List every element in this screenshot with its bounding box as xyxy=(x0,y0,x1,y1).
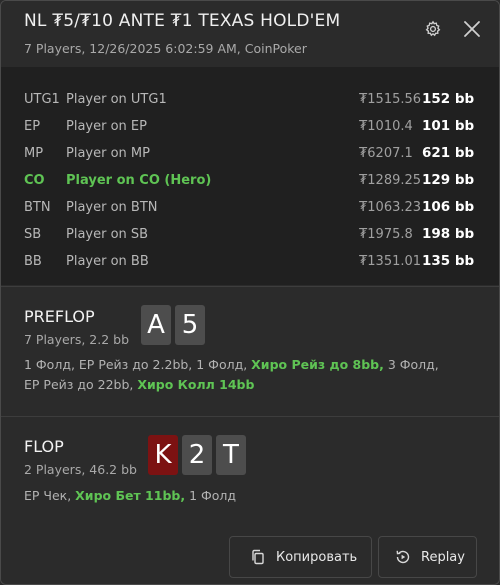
player-stack-bb: 152 bb xyxy=(422,91,475,107)
player-stack: ₮1063.23 xyxy=(359,200,422,215)
street-actions: EP Чек, Хиро Бет 11bb, 1 Фолд xyxy=(24,486,444,506)
player-stack: ₮1010.4 xyxy=(359,119,413,134)
player-row-utg1: UTG1 Player on UTG1 ₮1515.56 152 bb xyxy=(1,90,499,110)
player-name: Player on SB xyxy=(66,227,149,242)
player-row-ep: EP Player on EP ₮1010.4 101 bb xyxy=(1,117,499,137)
board-card: T xyxy=(216,435,246,475)
player-position: EP xyxy=(24,119,41,134)
street-actions: 1 Фолд, EP Рейз до 2.2bb, 1 Фолд, Хиро Р… xyxy=(24,355,444,395)
player-position: CO xyxy=(24,173,45,188)
player-row-mp: MP Player on MP ₮6207.1 621 bb xyxy=(1,144,499,164)
player-stack: ₮6207.1 xyxy=(359,146,413,161)
hero-action-text: Хиро Колл 14bb xyxy=(137,377,255,392)
action-text: 1 Фолд, EP Рейз до 2.2bb, 1 Фолд, xyxy=(24,357,252,372)
close-icon[interactable] xyxy=(460,17,484,41)
hand-history-window: NL ₮5/₮10 ANTE ₮1 TEXAS HOLD'EM 7 Player… xyxy=(0,0,500,585)
player-stack-bb: 129 bb xyxy=(422,172,475,188)
street-subtitle: 7 Players, 2.2 bb xyxy=(24,332,130,347)
copy-icon xyxy=(250,549,266,565)
player-stack: ₮1975.8 xyxy=(359,227,413,242)
street-title: FLOP xyxy=(24,437,64,456)
replay-button-label: Replay xyxy=(421,549,465,565)
action-text: 1 Фолд xyxy=(185,488,237,503)
hero-action-text: Хиро Рейз до 8bb, xyxy=(251,357,384,372)
player-row-co-hero: CO Player on CO (Hero) ₮1289.25 129 bb xyxy=(1,171,499,191)
player-stack-bb: 135 bb xyxy=(422,253,475,269)
player-stack-bb: 621 bb xyxy=(422,145,475,161)
player-name: Player on CO (Hero) xyxy=(66,173,212,188)
player-position: BB xyxy=(24,254,42,269)
preflop-section: PREFLOP 7 Players, 2.2 bb A 5 1 Фолд, EP… xyxy=(1,286,499,417)
player-position: BTN xyxy=(24,200,51,215)
header: NL ₮5/₮10 ANTE ₮1 TEXAS HOLD'EM 7 Player… xyxy=(1,1,499,67)
hole-card: A xyxy=(141,305,171,345)
hole-card: 5 xyxy=(175,305,205,345)
player-row-sb: SB Player on SB ₮1975.8 198 bb xyxy=(1,225,499,245)
copy-button-label: Копировать xyxy=(276,549,358,565)
player-name: Player on MP xyxy=(66,146,150,161)
player-name: Player on UTG1 xyxy=(66,92,167,107)
replay-button[interactable]: Replay xyxy=(378,536,477,578)
player-stack-bb: 101 bb xyxy=(422,118,475,134)
player-name: Player on EP xyxy=(66,119,147,134)
hand-subtitle: 7 Players, 12/26/2025 6:02:59 AM, CoinPo… xyxy=(24,41,307,56)
gear-icon[interactable] xyxy=(421,17,445,41)
player-row-bb: BB Player on BB ₮1351.01 135 bb xyxy=(1,252,499,272)
replay-icon xyxy=(395,549,411,565)
board-card: K xyxy=(148,435,178,475)
hero-action-text: Хиро Бет 11bb, xyxy=(75,488,186,503)
street-title: PREFLOP xyxy=(24,307,95,326)
street-subtitle: 2 Players, 46.2 bb xyxy=(24,462,137,477)
player-name: Player on BB xyxy=(66,254,149,269)
player-stack: ₮1515.56 xyxy=(359,92,422,107)
player-position: MP xyxy=(24,146,44,161)
player-position: UTG1 xyxy=(24,92,60,107)
player-stack-bb: 198 bb xyxy=(422,226,475,242)
player-stack-bb: 106 bb xyxy=(422,199,475,215)
player-name: Player on BTN xyxy=(66,200,158,215)
action-text: EP Чек, xyxy=(24,488,76,503)
copy-button[interactable]: Копировать xyxy=(229,536,372,578)
player-stack: ₮1289.25 xyxy=(359,173,422,188)
hand-title: NL ₮5/₮10 ANTE ₮1 TEXAS HOLD'EM xyxy=(24,11,341,31)
board-card: 2 xyxy=(182,435,212,475)
player-position: SB xyxy=(24,227,42,242)
players-list: UTG1 Player on UTG1 ₮1515.56 152 bb EP P… xyxy=(1,67,499,285)
player-row-btn: BTN Player on BTN ₮1063.23 106 bb xyxy=(1,198,499,218)
player-stack: ₮1351.01 xyxy=(359,254,422,269)
